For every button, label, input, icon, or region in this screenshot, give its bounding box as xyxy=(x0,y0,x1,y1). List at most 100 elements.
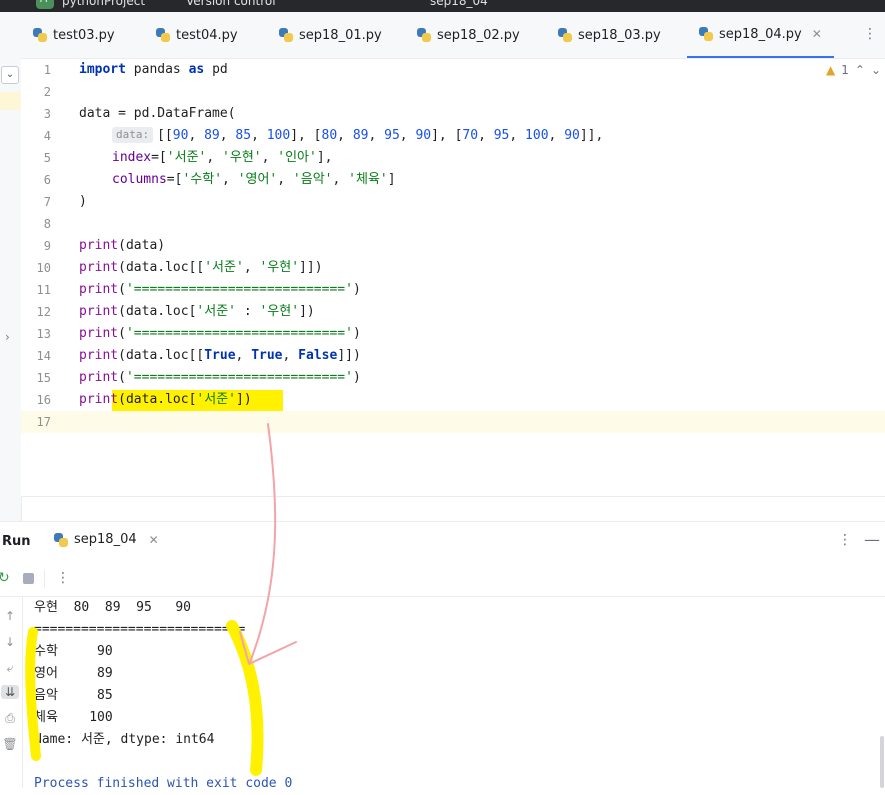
number: 90 xyxy=(564,128,580,143)
tab-sep18-04[interactable]: sep18_04.py ✕ xyxy=(687,12,834,58)
console-output[interactable]: 우현 80 89 95 90 =========================… xyxy=(34,597,874,791)
tab-label: sep18_04.py xyxy=(719,26,802,42)
arrow-down-icon[interactable]: ↓ xyxy=(1,635,19,649)
number: 90 xyxy=(172,128,189,143)
print-icon[interactable]: ⎙ xyxy=(1,711,19,726)
string: '서준' xyxy=(196,304,236,319)
more-tabs-icon[interactable]: ⋮ xyxy=(863,26,877,42)
chevron-down-icon[interactable]: ⌄ xyxy=(1,66,19,84)
chevron-right-icon[interactable]: › xyxy=(5,330,10,344)
code-text: (data.loc[[ xyxy=(118,260,205,275)
function-name: print xyxy=(79,370,119,385)
run-config-selector[interactable]: sep18_04 xyxy=(430,0,488,8)
number: 100 xyxy=(525,128,549,143)
code-line-10: print(data.loc[['서준', '우현']]) xyxy=(79,260,323,275)
alias: pd xyxy=(204,62,228,77)
tab-test03[interactable]: test03.py xyxy=(33,12,115,58)
line-number: 4 xyxy=(43,129,51,143)
run-side-toolbar: ↑ ↓ ⤶ ⇊ ⎙ 🗑 xyxy=(0,597,23,788)
string: '우현' xyxy=(259,260,300,275)
console-line: 수학 90 xyxy=(34,644,113,659)
code-editor[interactable]: 1 2 3 4 5 6 7 8 9 10 11 12 13 14 15 16 17 import pandas … xyxy=(21,59,885,497)
number: 70 xyxy=(462,128,479,143)
console-line: 음악 85 xyxy=(34,688,113,703)
string: '음악' xyxy=(292,172,333,187)
string: '===========================' xyxy=(125,282,353,297)
chevron-up-icon[interactable]: ⌃ xyxy=(855,63,865,77)
string: '서준' xyxy=(204,260,244,275)
code-line-14: print(data.loc[[True, True, False]]) xyxy=(79,348,361,363)
code-line-6: columns=['수학', '영어', '음악', '체육'] xyxy=(112,172,396,187)
line-number: 6 xyxy=(43,173,51,187)
warning-icon: ▲ xyxy=(826,63,836,77)
string: '영어' xyxy=(237,172,278,187)
console-line: 영어 89 xyxy=(34,666,113,681)
close-icon[interactable]: ✕ xyxy=(812,27,822,41)
stop-icon[interactable] xyxy=(23,573,34,584)
trash-icon[interactable]: 🗑 xyxy=(1,737,19,751)
tab-test04[interactable]: test04.py xyxy=(156,12,238,58)
inlay-hint: data: xyxy=(112,127,154,143)
vcs-menu[interactable]: Version control xyxy=(186,0,276,8)
code-line-1: import pandas as pd xyxy=(79,59,228,81)
keyword: True xyxy=(251,348,283,363)
function-name: print xyxy=(79,304,119,319)
console-exit-line: Process finished with exit code 0 xyxy=(34,776,293,791)
code-text: (data.loc[[ xyxy=(118,348,205,363)
string: '수학' xyxy=(182,172,223,187)
inspection-widget[interactable]: ▲ 1 ⌃ ⌄ xyxy=(826,63,881,77)
keyword: import xyxy=(79,62,126,77)
line-number: 11 xyxy=(36,283,51,297)
soft-wrap-icon[interactable]: ⤶ xyxy=(1,661,19,676)
minimize-icon[interactable]: — xyxy=(864,530,880,549)
tab-sep18-03[interactable]: sep18_03.py xyxy=(558,12,661,58)
python-file-icon xyxy=(558,28,572,42)
function-name: print xyxy=(79,282,119,297)
string: '체육' xyxy=(348,172,388,187)
line-number: 5 xyxy=(43,151,51,165)
python-file-icon xyxy=(417,28,431,42)
code-area[interactable]: import pandas as pd data = pd.DataFrame(… xyxy=(79,59,879,497)
string: '===========================' xyxy=(125,370,353,385)
console-line: 우현 80 89 95 90 xyxy=(34,600,191,615)
string: '서준' xyxy=(196,392,236,407)
console-scrollbar[interactable] xyxy=(880,736,884,788)
tab-label: test03.py xyxy=(53,27,115,43)
param-name: columns xyxy=(112,172,167,187)
options-icon[interactable]: ⋮ xyxy=(838,532,852,548)
console-line: Name: 서준, dtype: int64 xyxy=(34,732,215,747)
python-file-icon xyxy=(156,28,170,42)
run-panel-header: Run sep18_04 ✕ ⋮ — xyxy=(0,521,885,562)
function-name: print xyxy=(79,238,119,253)
tab-sep18-01[interactable]: sep18_01.py xyxy=(279,12,382,58)
rerun-icon[interactable]: ↻ xyxy=(0,570,10,586)
project-name[interactable]: pythonProject xyxy=(62,0,145,8)
tab-label: sep18_03.py xyxy=(578,27,661,43)
run-tab-sep18-04[interactable]: sep18_04 ✕ xyxy=(54,532,159,547)
python-file-icon xyxy=(279,28,293,42)
left-tool-strip: ⌄ › xyxy=(0,12,22,522)
run-tab-label: sep18_04 xyxy=(74,532,137,547)
line-number: 12 xyxy=(36,305,51,319)
arrow-up-icon[interactable]: ↑ xyxy=(1,609,19,623)
close-icon[interactable]: ✕ xyxy=(149,533,159,547)
code-text: (data.loc[ xyxy=(118,392,197,407)
string: '===========================' xyxy=(125,326,353,341)
function-name: print xyxy=(79,392,119,407)
chevron-down-icon[interactable]: ⌄ xyxy=(871,63,881,77)
keyword: as xyxy=(188,62,205,77)
tab-sep18-02[interactable]: sep18_02.py xyxy=(417,12,520,58)
divider xyxy=(21,496,885,497)
python-file-icon xyxy=(54,532,68,547)
code-text: (data) xyxy=(118,238,166,253)
number: 89 xyxy=(352,128,369,143)
warning-count: 1 xyxy=(841,63,849,77)
code-line-3: data = pd.DataFrame( xyxy=(79,106,236,121)
more-icon[interactable]: ⋮ xyxy=(56,570,70,586)
scroll-to-end-icon[interactable]: ⇊ xyxy=(1,685,19,699)
line-number: 9 xyxy=(43,239,51,253)
number: 100 xyxy=(266,128,291,143)
project-badge[interactable]: PP xyxy=(36,0,54,9)
number: 89 xyxy=(204,128,220,143)
code-line-13: print('===========================') xyxy=(79,326,361,341)
